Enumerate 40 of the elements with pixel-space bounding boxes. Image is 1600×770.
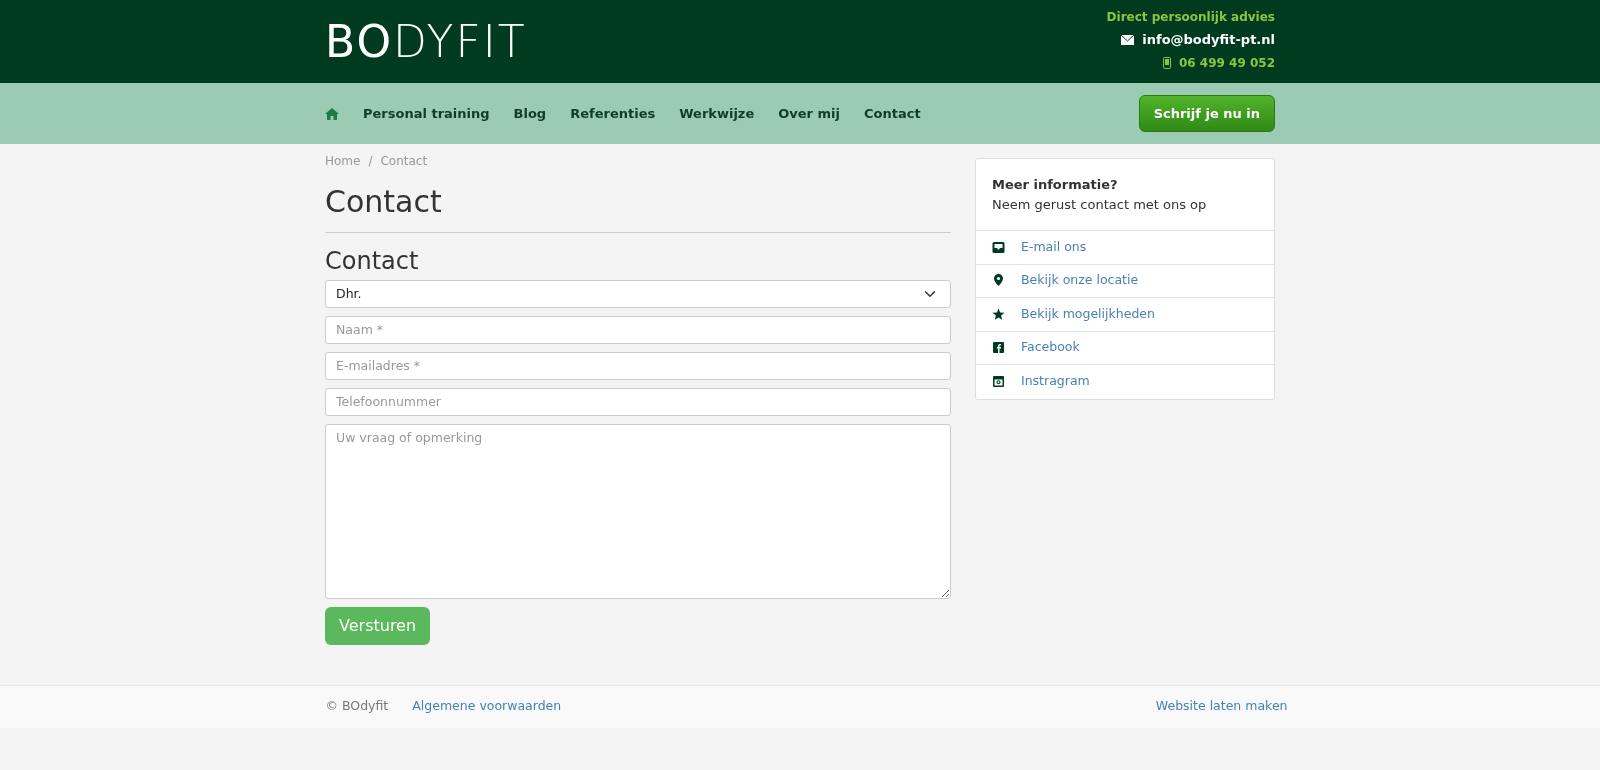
nav-link[interactable]: Werkwijze — [679, 103, 755, 124]
info-link[interactable]: Facebook — [1021, 338, 1080, 358]
nav-link[interactable]: Contact — [864, 103, 921, 124]
panel-title: Meer informatie? — [992, 176, 1119, 194]
credit-link[interactable]: Website laten maken — [1155, 697, 1288, 717]
info-link[interactable]: E-mail ons — [1021, 237, 1087, 257]
breadcrumb-separator: / — [368, 153, 373, 170]
panel-subtitle: Neem gerust contact met ons op — [992, 195, 1208, 214]
home-icon[interactable] — [325, 107, 339, 120]
star-icon — [992, 307, 1005, 321]
phone-icon — [1162, 56, 1171, 69]
input-field[interactable]: E-mailadres * — [325, 351, 951, 380]
submit-button[interactable]: Versturen — [325, 606, 431, 645]
salutation-select[interactable]: Dhr. — [325, 279, 951, 308]
input-field[interactable]: Telefoonnummer — [325, 387, 951, 416]
camera-icon — [992, 375, 1005, 389]
breadcrumb-item: Contact — [380, 153, 428, 170]
facebook-icon — [992, 341, 1005, 355]
email-address: info@bodyfit-pt.nl — [1142, 31, 1275, 49]
copyright-text: © BOdyfit — [325, 697, 389, 716]
tagline: Direct persoonlijk advies — [1106, 9, 1275, 26]
input-field[interactable]: Naam * — [325, 315, 951, 344]
signup-button[interactable]: Schrijf je nu in — [1138, 94, 1275, 133]
info-link[interactable]: Bekijk onze locatie — [1021, 271, 1139, 291]
envelope-icon — [1121, 34, 1135, 45]
info-link[interactable]: Instragram — [1021, 372, 1090, 392]
message-field[interactable]: Uw vraag of opmerking — [325, 423, 951, 599]
page-title: Contact — [325, 184, 443, 220]
nav-link[interactable]: Referenties — [570, 103, 656, 124]
phone-number: 06 499 49 052 — [1178, 54, 1275, 72]
nav-link[interactable]: Over mij — [778, 103, 840, 124]
pin-icon — [992, 274, 1005, 288]
inbox-icon — [992, 240, 1005, 254]
breadcrumb-item[interactable]: Home — [325, 152, 361, 170]
nav-link[interactable]: Blog — [513, 103, 547, 124]
terms-link[interactable]: Algemene voorwaarden — [412, 697, 562, 717]
form-title: Contact — [325, 247, 420, 276]
nav-link[interactable]: Personal training — [363, 103, 490, 124]
info-link[interactable]: Bekijk mogelijkheden — [1021, 304, 1155, 324]
logo[interactable]: BODYFIT — [325, 19, 527, 64]
